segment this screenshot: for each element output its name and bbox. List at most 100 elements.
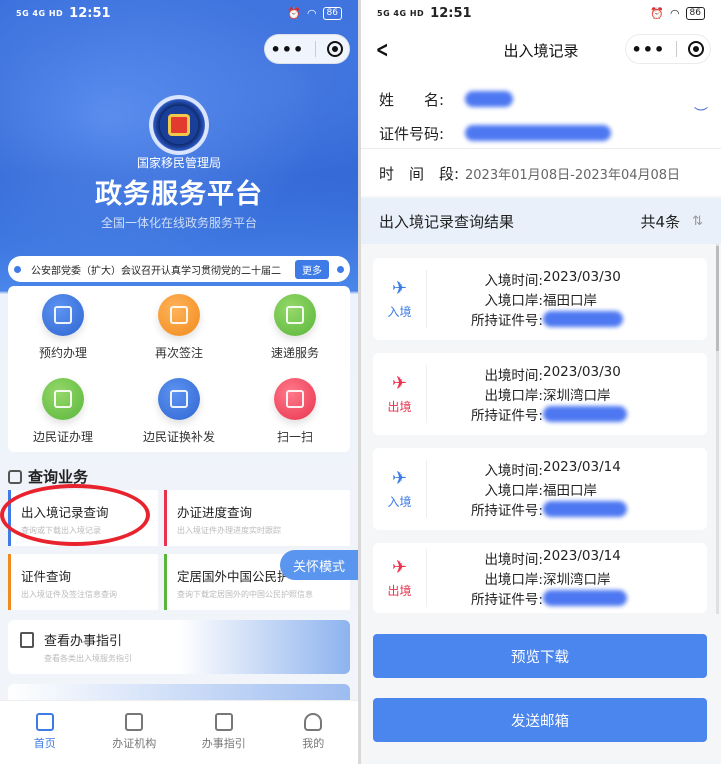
time-label: 入境时间: [484,463,543,479]
wifi-icon: ◠ [306,6,317,20]
port-value: 深圳湾口岸 [543,388,611,404]
time-label: 入境时间: [484,273,543,289]
alarm-icon: ⏰ [287,6,301,20]
tab-label: 办事指引 [201,737,246,750]
person-info: 姓 名: 证件号码: ︶ [361,74,721,158]
service-border-pass[interactable]: 边民证办理 [8,378,118,445]
platform-slogan: 全国一体化在线政务服务平台 [100,216,257,230]
direction-badge: ✈ 入境 [373,270,427,328]
news-dot-icon [14,265,21,273]
service-express[interactable]: 速递服务 [240,294,350,361]
record-card: ✈ 出境 出境时间: 2023/03/30 出境口岸: 深圳湾口岸 所持证件号: [373,353,707,435]
port-label: 入境口岸: [484,483,543,499]
plane-takeoff-icon: ✈ [391,372,408,394]
immigration-emblem-logo [149,95,209,155]
sort-icon[interactable]: ⇅ [692,214,703,229]
plane-landing-icon: ✈ [391,277,408,299]
id-card-icon [42,378,84,420]
status-icons: ⏰ ◠ 86 [287,6,342,20]
direction-badge: ✈ 出境 [373,549,427,607]
direction-label: 出境 [387,399,412,414]
news-text[interactable]: 公安部党委（扩大）会议召开认真学习贯彻党的二十届二 [31,262,289,277]
toggle-visibility-eye-icon[interactable]: ︶ [694,104,708,124]
service-endorsement[interactable]: 再次签注 [124,294,234,361]
back-chevron-icon[interactable]: < [376,38,389,63]
doc-label: 所持证件号: [470,503,543,519]
doc-label: 所持证件号: [470,592,543,608]
status-bar: 5G 4G HD 12:51 ⏰ ◠ 86 [361,0,721,26]
miniprogram-capsule: ••• [264,34,350,64]
card-progress-query[interactable]: 办证进度查询 出入境证件办理进度实时跟踪 [164,490,350,546]
service-label: 边民证换补发 [142,430,215,444]
result-count: 共4条 [640,212,681,231]
screen: 5G 4G HD 12:51 ⏰ ◠ 86 ••• 国家移民管理局 政务服务平台… [0,0,721,764]
close-miniprogram-icon[interactable] [327,41,344,57]
direction-label: 入境 [387,304,412,319]
doc-redacted [543,406,627,422]
card-document-query[interactable]: 证件查询 出入境证件及签注信息查询 [8,554,158,610]
period-row: 时 间 段: 2023年01月08日-2023年04月08日 [361,150,721,196]
wifi-icon: ◠ [669,6,680,20]
more-menu-icon[interactable]: ••• [271,40,305,59]
service-label: 边民证办理 [32,430,93,444]
tab-label: 办证机构 [112,737,157,750]
highlight-circle-annotation [0,484,150,546]
time-value: 2023/03/14 [543,548,621,564]
doc-redacted [543,590,627,606]
building-icon [125,713,144,731]
plane-landing-icon: ✈ [391,467,408,489]
records-scrollbar[interactable] [716,244,719,614]
guide-title: 查看办事指引 [44,634,123,649]
record-details: 入境时间: 2023/03/14 入境口岸: 福田口岸 所持证件号: [427,459,627,519]
result-header: 出入境记录查询结果 共4条 ⇅ [361,198,721,244]
guide-doc-icon [20,632,34,648]
network-indicator: 5G 4G HD [377,8,425,18]
record-card: ✈ 出境 出境时间: 2023/03/14 出境口岸: 深圳湾口岸 所持证件号: [373,543,707,613]
service-scan[interactable]: 扫一扫 [240,378,350,445]
care-mode-button[interactable]: 关怀模式 [280,550,358,580]
tab-home[interactable]: 首页 [0,701,90,764]
name-label: 姓 名: [379,90,445,109]
name-redacted [465,91,513,107]
tab-guide[interactable]: 办事指引 [179,701,269,764]
tab-offices[interactable]: 办证机构 [90,701,180,764]
network-indicator: 5G 4G HD [16,8,64,18]
query-section-icon [8,469,22,484]
service-appointment[interactable]: 预约办理 [8,294,118,361]
info-divider [361,148,721,149]
id-row: 证件号码: [379,116,703,150]
guide-banner[interactable]: 查看办事指引 查看各类出入境服务指引 [8,620,350,674]
service-label: 扫一扫 [276,430,313,444]
alarm-icon: ⏰ [650,6,664,20]
id-label: 证件号码: [379,124,445,143]
page-title: 出入境记录 [503,41,579,60]
name-row: 姓 名: [379,82,703,116]
tab-label: 首页 [33,737,56,750]
direction-badge: ✈ 入境 [373,460,427,518]
send-email-button[interactable]: 发送邮箱 [373,698,707,742]
preview-download-button[interactable]: 预览下载 [373,634,707,678]
news-more-button[interactable]: 更多 [295,259,329,279]
bottom-tab-bar: 首页 办证机构 办事指引 我的 [0,700,358,764]
home-screen: 5G 4G HD 12:51 ⏰ ◠ 86 ••• 国家移民管理局 政务服务平台… [0,0,358,764]
document-stamp-icon [158,294,200,336]
records-screen: 5G 4G HD 12:51 ⏰ ◠ 86 < 出入境记录 ••• 姓 名: 证… [361,0,721,764]
service-border-pass-reissue[interactable]: 边民证换补发 [124,378,234,445]
card-subtitle: 出入境证件办理进度实时跟踪 [177,526,281,535]
battery-indicator: 86 [322,6,342,20]
time-value: 2023/03/14 [543,459,621,475]
tab-mine[interactable]: 我的 [269,701,359,764]
more-menu-icon[interactable]: ••• [632,40,666,59]
doc-redacted [543,501,627,517]
time-label: 出境时间: [484,368,543,384]
news-dot-icon [337,265,344,273]
news-ticker[interactable]: 公安部党委（扩大）会议召开认真学习贯彻党的二十届二 更多 [8,256,350,282]
record-card: ✈ 入境 入境时间: 2023/03/14 入境口岸: 福田口岸 所持证件号: [373,448,707,530]
direction-label: 入境 [387,494,412,509]
next-banner-preview [8,684,350,700]
close-miniprogram-icon[interactable] [688,41,705,57]
port-label: 出境口岸: [484,388,543,404]
time-value: 2023/03/30 [543,269,621,285]
doc-label: 所持证件号: [470,313,543,329]
platform-title: 政务服务平台 [95,179,263,210]
